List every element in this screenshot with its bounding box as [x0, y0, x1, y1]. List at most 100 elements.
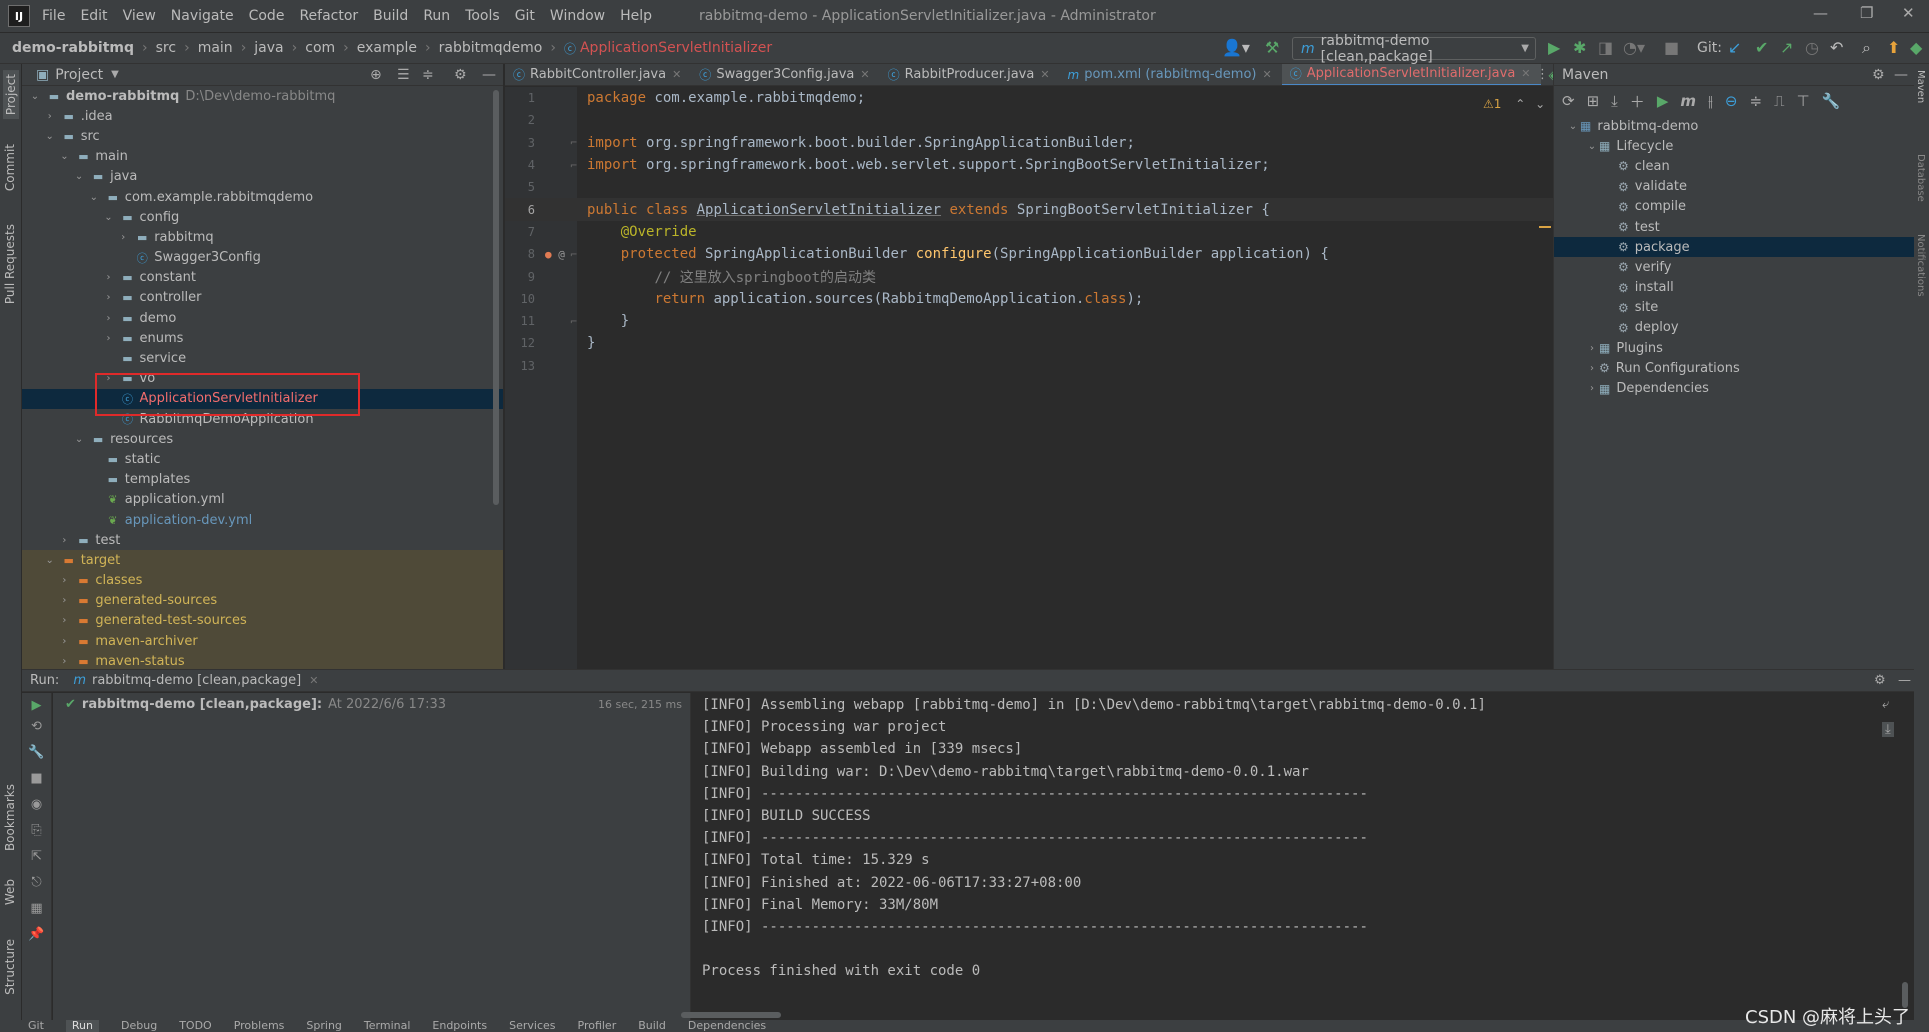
project-tree-item[interactable]: › ▬ rabbitmq	[22, 227, 503, 247]
camera-icon[interactable]: ⎘	[22, 823, 51, 849]
project-tree-item[interactable]: › ▬ maven-archiver	[22, 631, 503, 652]
project-tree-item[interactable]: › ▬ generated-sources	[22, 590, 503, 611]
search-icon[interactable]: ⌕	[1862, 38, 1871, 58]
rerun-icon[interactable]: ▶	[22, 693, 51, 719]
breadcrumb-item[interactable]: src	[156, 40, 176, 56]
inspection-widget[interactable]: ⚠1 ⌃ ⌄	[1483, 97, 1545, 111]
tool-commit[interactable]: Commit	[3, 144, 17, 191]
menu-refactor[interactable]: Refactor	[299, 8, 358, 24]
tool-notifications[interactable]: Notifications	[1915, 234, 1926, 297]
git-push-icon[interactable]: ↗	[1780, 38, 1793, 57]
maven-tree-item[interactable]: › ▦ Plugins	[1554, 338, 1914, 358]
chevron-down-icon[interactable]: ⌄	[72, 171, 86, 182]
tool-window-problems[interactable]: Problems	[234, 1020, 285, 1032]
generate-sources-icon[interactable]: ⊞	[1587, 92, 1600, 110]
chevron-down-icon[interactable]: ⌄	[102, 212, 116, 223]
chevron-right-icon[interactable]: ›	[102, 313, 116, 324]
project-tree-item[interactable]: ⌄ ▬ src	[22, 126, 503, 146]
maven-tree-item[interactable]: ⚙ verify	[1554, 257, 1914, 277]
maven-tree-item[interactable]: ⌄ ▦ rabbitmq-demo	[1554, 116, 1914, 136]
chevron-down-icon[interactable]: ⌄	[28, 91, 42, 102]
scroll-to-end-icon[interactable]: ⤓	[1882, 722, 1894, 737]
tool-window-todo[interactable]: TODO	[179, 1020, 212, 1032]
code-area[interactable]: 1 package com.example.rabbitmqdemo; 2 3 ⌐ imp…	[505, 87, 1553, 377]
close-tab-icon[interactable]: ✕	[1521, 67, 1530, 80]
rollback-icon[interactable]: ↶	[1830, 38, 1843, 57]
console-hscrollbar[interactable]	[681, 1012, 781, 1018]
close-tab-icon[interactable]: ✕	[1040, 68, 1049, 81]
chevron-down-icon[interactable]: ⌄	[1535, 97, 1545, 111]
chevron-right-icon[interactable]: ›	[57, 575, 71, 586]
editor-tab[interactable]: m pom.xml (rabbitmq-demo) ✕	[1060, 64, 1282, 85]
project-tree-item[interactable]: › ▬ demo	[22, 308, 503, 328]
tool-web[interactable]: Web	[3, 879, 17, 905]
history-icon[interactable]: ◷	[1805, 38, 1819, 57]
chevron-right-icon[interactable]: ›	[1585, 363, 1599, 374]
editor-tab[interactable]: ⓒ Swagger3Config.java ✕	[691, 64, 879, 85]
close-tab-icon[interactable]: ✕	[1263, 68, 1272, 81]
console-output[interactable]: [INFO] Assembling webapp [rabbitmq-demo]…	[692, 693, 1912, 1021]
maven-tree-item[interactable]: ⚙ deploy	[1554, 318, 1914, 338]
tool-maven[interactable]: Maven	[1915, 70, 1926, 103]
menu-build[interactable]: Build	[373, 8, 408, 24]
project-tree-item[interactable]: ⌄ ▬ com.example.rabbitmqdemo	[22, 187, 503, 207]
chevron-down-icon[interactable]: ⌄	[43, 131, 57, 142]
chevron-right-icon[interactable]: ›	[102, 333, 116, 344]
tool-window-build[interactable]: Build	[638, 1020, 666, 1032]
hide-icon[interactable]: —	[1894, 67, 1908, 83]
eye-icon[interactable]: ◉	[22, 797, 51, 823]
chevron-right-icon[interactable]: ›	[1585, 383, 1599, 394]
chevron-up-icon[interactable]: ⌃	[1515, 97, 1525, 111]
wrench-icon[interactable]: 🔧	[22, 745, 51, 771]
project-tree-item[interactable]: ❦ application-dev.yml	[22, 510, 503, 530]
project-tree-item[interactable]: ⓒ Swagger3Config	[22, 248, 503, 268]
add-icon[interactable]: ＋	[1630, 91, 1645, 112]
stop-icon[interactable]: ■	[22, 771, 51, 797]
chevron-right-icon[interactable]: ›	[57, 535, 71, 546]
project-tree-item[interactable]: › ▬ constant	[22, 268, 503, 288]
chevron-right-icon[interactable]: ›	[57, 636, 71, 647]
tool-window-endpoints[interactable]: Endpoints	[432, 1020, 487, 1032]
menu-code[interactable]: Code	[249, 8, 285, 24]
chevron-right-icon[interactable]: ›	[102, 292, 116, 303]
chevron-right-icon[interactable]: ›	[57, 595, 71, 606]
project-tree-item[interactable]: ⌄ ▬ resources	[22, 429, 503, 449]
maven-tree-item[interactable]: ⚙ site	[1554, 298, 1914, 318]
override-gutter-icon[interactable]: ● @ ⌐	[545, 248, 577, 261]
maven-goal-icon[interactable]: m	[1680, 92, 1696, 110]
gear-icon[interactable]: ⚙	[1872, 67, 1885, 83]
run-tree-entry[interactable]: ✔ rabbitmq-demo [clean,package]: At 2022…	[53, 693, 690, 715]
breadcrumb-active-file[interactable]: ApplicationServletInitializer	[580, 40, 772, 56]
menu-tools[interactable]: Tools	[465, 8, 500, 24]
chevron-down-icon[interactable]: ⌄	[72, 434, 86, 445]
rerun-failed-icon[interactable]: ⟲	[22, 719, 51, 745]
pin-icon[interactable]: 📌	[22, 927, 51, 953]
show-dependencies-icon[interactable]: ⎍	[1774, 92, 1785, 110]
exit-icon[interactable]: ⎋	[22, 875, 51, 901]
tool-window-services[interactable]: Services	[509, 1020, 555, 1032]
expand-icon[interactable]: ⊤	[1797, 92, 1810, 110]
chevron-down-icon[interactable]: ⌄	[1585, 141, 1599, 152]
run-configuration-select[interactable]: m rabbitmq-demo [clean,package] ▼	[1292, 33, 1536, 65]
project-tree-item[interactable]: › ▬ enums	[22, 328, 503, 348]
chevron-right-icon[interactable]: ›	[1585, 343, 1599, 354]
project-tree-item[interactable]: ⌄ ▬ java	[22, 167, 503, 187]
collapse-icon[interactable]: ≑	[1749, 92, 1762, 110]
close-tab-icon[interactable]: ✕	[672, 68, 681, 81]
menu-help[interactable]: Help	[620, 8, 652, 24]
git-update-icon[interactable]: ↙	[1728, 38, 1741, 57]
tool-window-profiler[interactable]: Profiler	[578, 1020, 617, 1032]
project-tree-item[interactable]: ⌄ ▬ main	[22, 147, 503, 167]
collapse-all-icon[interactable]: ≑	[422, 67, 434, 83]
more-tabs-icon[interactable]: ⋮	[1536, 67, 1549, 82]
locate-icon[interactable]: ⊕	[370, 67, 382, 83]
menu-run[interactable]: Run	[423, 8, 450, 24]
tool-project[interactable]: Project	[3, 70, 19, 120]
git-commit-icon[interactable]: ✔	[1755, 38, 1768, 57]
expand-all-icon[interactable]: ☰	[397, 67, 410, 83]
build-hammer-icon[interactable]: ⚒	[1265, 38, 1279, 57]
profile-icon[interactable]: ◔▾	[1623, 38, 1645, 57]
maven-tree-item[interactable]: ⚙ install	[1554, 278, 1914, 298]
skip-tests-icon[interactable]: ⊖	[1725, 92, 1738, 110]
project-tree-item[interactable]: › ▬ .idea	[22, 106, 503, 126]
